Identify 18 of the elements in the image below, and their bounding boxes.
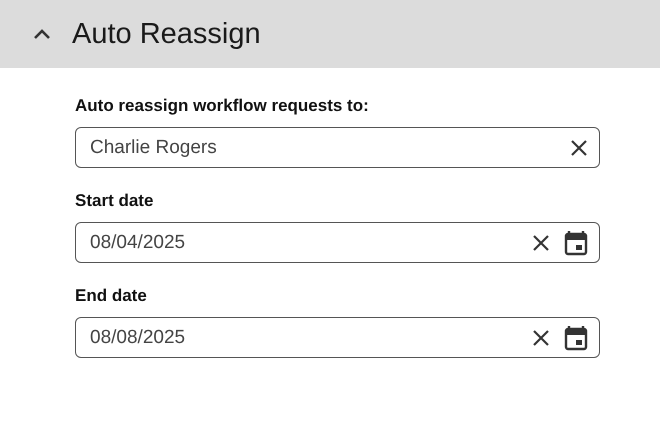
close-icon: [532, 328, 550, 346]
text-field[interactable]: Charlie Rogers: [75, 127, 600, 168]
calendar-icon: [564, 324, 588, 350]
field-label: End date: [75, 286, 148, 306]
chevron-up-icon: [33, 28, 51, 40]
close-icon: [532, 234, 550, 252]
calendar-button[interactable]: [564, 230, 588, 256]
close-icon: [570, 138, 588, 156]
field-label: Auto reassign workflow requests to:: [75, 96, 370, 116]
calendar-button[interactable]: [564, 324, 588, 350]
calendar-icon: [564, 230, 588, 256]
clear-button[interactable]: [532, 234, 550, 252]
section-title: Auto Reassign: [72, 18, 261, 50]
clear-button[interactable]: [570, 138, 588, 156]
field-label: Start date: [75, 191, 154, 211]
date-field[interactable]: 08/08/2025: [75, 317, 600, 358]
clear-button[interactable]: [532, 328, 550, 346]
date-field[interactable]: 08/04/2025: [75, 222, 600, 263]
